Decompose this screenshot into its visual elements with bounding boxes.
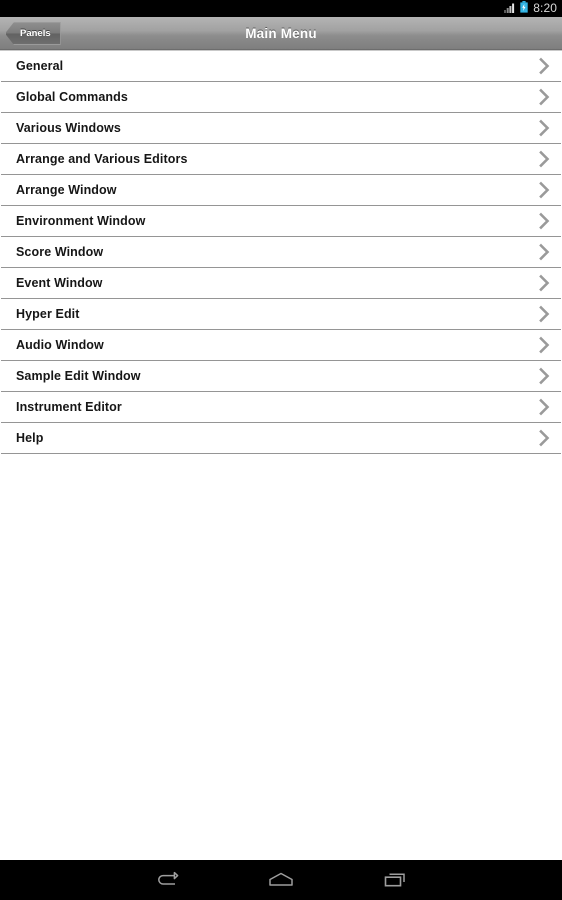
menu-row[interactable]: Event Window [1,268,561,299]
menu-row[interactable]: General [1,51,561,82]
main-menu-list: General Global Commands Various Windows Arr… [0,50,562,860]
chevron-right-icon [531,330,561,361]
menu-row[interactable]: Score Window [1,237,561,268]
menu-row[interactable]: Arrange Window [1,175,561,206]
menu-row[interactable]: Help [1,423,561,454]
back-button-label: Panels [20,28,51,39]
back-arrow-icon [155,871,179,889]
status-bar-right-cluster: 8:20 [504,0,557,18]
battery-charging-icon [520,0,528,18]
android-app-screen: 8:20 Panels Main Menu General Global Comm… [0,0,562,900]
nav-home-button[interactable] [224,860,338,900]
menu-row[interactable]: Hyper Edit [1,299,561,330]
home-icon [268,871,294,889]
menu-row-label: Score Window [16,245,104,259]
chevron-right-icon [531,175,561,206]
chevron-right-icon [531,51,561,82]
status-bar-clock: 8:20 [533,1,557,15]
menu-row-label: Help [16,431,44,445]
menu-row-label: Arrange and Various Editors [16,152,188,166]
recent-apps-icon [383,871,407,889]
back-to-panels-button[interactable]: Panels [5,22,61,45]
chevron-right-icon [531,268,561,299]
nav-back-button[interactable] [110,860,224,900]
chevron-right-icon [531,237,561,268]
menu-row-label: General [16,59,64,73]
menu-row[interactable]: Global Commands [1,82,561,113]
menu-row[interactable]: Various Windows [1,113,561,144]
chevron-right-icon [531,423,561,454]
menu-row-label: Arrange Window [16,183,117,197]
menu-row[interactable]: Sample Edit Window [1,361,561,392]
menu-row-label: Various Windows [16,121,121,135]
menu-row-label: Environment Window [16,214,146,228]
nav-recents-button[interactable] [338,860,452,900]
menu-row-label: Hyper Edit [16,307,80,321]
page-title: Main Menu [245,25,317,41]
android-navigation-bar [0,860,562,900]
menu-row[interactable]: Environment Window [1,206,561,237]
status-bar: 8:20 [0,0,562,17]
chevron-right-icon [531,82,561,113]
chevron-right-icon [531,299,561,330]
menu-row[interactable]: Audio Window [1,330,561,361]
chevron-right-icon [531,392,561,423]
chevron-right-icon [531,206,561,237]
menu-row-label: Global Commands [16,90,128,104]
menu-row-label: Sample Edit Window [16,369,141,383]
chevron-right-icon [531,361,561,392]
menu-row-label: Event Window [16,276,103,290]
signal-icon [504,0,515,18]
menu-row[interactable]: Arrange and Various Editors [1,144,561,175]
menu-rows-container: General Global Commands Various Windows Arr… [0,51,562,454]
menu-row[interactable]: Instrument Editor [1,392,561,423]
menu-row-label: Audio Window [16,338,104,352]
title-bar: Panels Main Menu [0,17,562,50]
chevron-right-icon [531,113,561,144]
menu-row-label: Instrument Editor [16,400,122,414]
chevron-right-icon [531,144,561,175]
